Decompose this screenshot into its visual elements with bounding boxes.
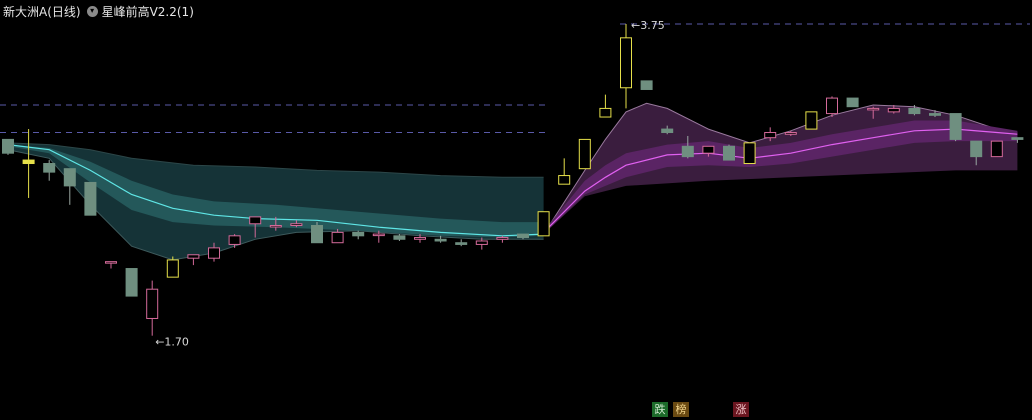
candle <box>743 142 756 165</box>
candle-body <box>661 128 674 134</box>
candle <box>949 113 962 142</box>
candle-body <box>970 140 983 158</box>
candle-body <box>455 242 468 245</box>
candle <box>2 138 14 155</box>
candle <box>311 222 323 244</box>
candle-body <box>1011 137 1024 140</box>
candle <box>125 268 138 297</box>
candle-body <box>990 140 1003 158</box>
candle <box>63 168 76 205</box>
candle <box>620 24 632 109</box>
candle-body <box>228 235 241 245</box>
high-price-label: ←3.75 <box>631 19 665 32</box>
candle <box>105 261 117 269</box>
chart-header: 新大洲A(日线) ▾ 星峰前高V2.2(1) <box>0 0 194 22</box>
indicator-name[interactable]: 星峰前高V2.2(1) <box>102 3 194 20</box>
candle <box>826 96 838 118</box>
candle <box>990 140 1003 158</box>
candle-body <box>517 233 529 239</box>
candle-body <box>43 163 56 173</box>
candle-body <box>166 259 179 278</box>
candle-body <box>681 145 694 158</box>
candle-body <box>764 132 777 139</box>
candle-body <box>63 168 76 187</box>
candle <box>723 144 735 161</box>
candle-body <box>578 138 591 170</box>
candle <box>393 234 406 241</box>
stock-title[interactable]: 新大洲A(日线) <box>3 3 81 20</box>
candle-body <box>826 97 838 115</box>
candle-body <box>640 80 653 90</box>
candle <box>578 138 591 170</box>
candle-body <box>475 240 488 245</box>
candle-body <box>537 211 550 237</box>
candle <box>352 230 365 240</box>
candle-body <box>599 107 612 118</box>
candle-body <box>393 235 406 240</box>
candle-body <box>84 181 97 216</box>
candle-body <box>105 261 117 264</box>
candle <box>537 211 550 237</box>
candle <box>558 158 571 185</box>
candle-body <box>187 254 200 259</box>
candle-body <box>311 224 323 244</box>
candle-body <box>352 231 365 237</box>
candle-body <box>620 37 632 89</box>
candle-body <box>846 97 859 108</box>
candle <box>599 94 612 118</box>
candle-body <box>929 113 941 116</box>
candle-body <box>887 107 900 113</box>
candle-body <box>784 132 797 135</box>
candle-body <box>743 142 756 165</box>
candle-body <box>496 237 509 240</box>
candle-body <box>949 113 962 140</box>
candle-body <box>269 224 282 228</box>
candlestick-chart[interactable]: ←3.75 ←1.70 <box>0 0 1032 420</box>
candle <box>146 280 159 336</box>
candle <box>84 181 97 216</box>
candle-body <box>208 247 220 259</box>
zhang-badge: 涨 <box>733 402 749 417</box>
candle <box>22 129 35 198</box>
candle <box>166 256 179 278</box>
candle-body <box>723 145 735 161</box>
candle-body <box>805 111 818 130</box>
candle-body <box>372 233 385 237</box>
candle-body <box>249 216 262 225</box>
candle <box>846 97 859 108</box>
candle <box>187 254 200 266</box>
candle <box>43 160 56 181</box>
candle-body <box>125 268 138 297</box>
candle-body <box>22 159 35 165</box>
candle-body <box>434 238 447 242</box>
bang-badge: 榜 <box>673 402 689 417</box>
candle <box>455 239 468 247</box>
candle-body <box>290 223 303 226</box>
die-badge: 跌 <box>652 402 668 417</box>
candle-body <box>908 107 921 115</box>
candle-body <box>2 138 14 154</box>
candle <box>805 111 818 130</box>
candle-body <box>414 237 426 240</box>
candle-body <box>331 231 344 244</box>
candle-body <box>867 107 880 111</box>
candle-body <box>146 288 159 319</box>
indicator-dropdown-icon[interactable]: ▾ <box>86 5 98 17</box>
candle <box>640 80 653 90</box>
candle-body <box>558 175 571 185</box>
low-price-label: ←1.70 <box>155 336 189 349</box>
candle-body <box>702 145 715 154</box>
